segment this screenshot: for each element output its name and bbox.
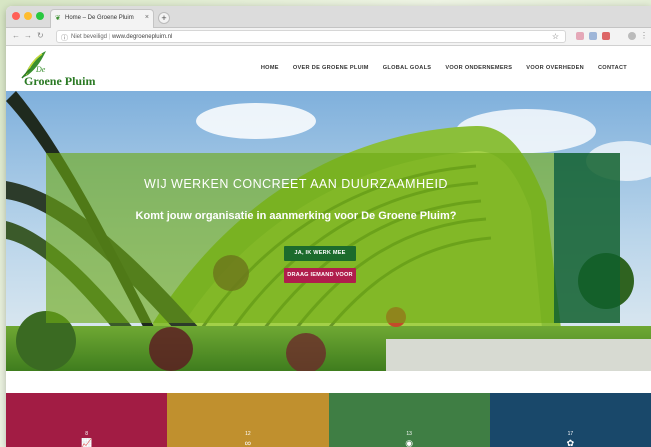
- profile-icon[interactable]: [628, 32, 636, 40]
- nav-item-over[interactable]: OVER DE GROENE PLUIM: [293, 65, 369, 71]
- infinity-icon: ∞: [244, 438, 252, 447]
- eye-globe-icon: ◉: [405, 438, 414, 447]
- logo-de-text: De: [36, 65, 46, 74]
- goal-number: 17: [567, 431, 574, 437]
- new-tab-button[interactable]: +: [158, 12, 170, 24]
- flower-icon: ✿: [566, 438, 575, 447]
- extension-icon[interactable]: [589, 32, 597, 40]
- info-icon[interactable]: ⓘ: [61, 33, 68, 43]
- extension-icon[interactable]: [602, 32, 610, 40]
- goal-tile-13[interactable]: 13 ◉: [328, 393, 490, 447]
- hero-section: WIJ WERKEN CONCREET AAN DUURZAAMHEID Kom…: [6, 91, 651, 371]
- extension-icon[interactable]: [576, 32, 584, 40]
- goal-tile-12[interactable]: 12 ∞: [167, 393, 329, 447]
- browser-window: ❦ Home – De Groene Pluim × + ← → ↻ ⓘ Nie…: [6, 6, 651, 447]
- nav-item-home[interactable]: HOME: [261, 65, 279, 71]
- close-window-button[interactable]: [12, 12, 20, 20]
- main-nav: HOME OVER DE GROENE PLUIM GLOBAL GOALS V…: [261, 65, 627, 71]
- join-button[interactable]: JA, IK WERK MEE: [284, 246, 356, 261]
- back-arrow-icon[interactable]: ←: [12, 31, 20, 40]
- global-goals-tiles: 8 📈 12 ∞ 13 ◉ 17 ✿: [6, 393, 651, 447]
- address-bar[interactable]: ⓘ Niet beveiligd | www.degroenepluim.nl …: [56, 30, 566, 43]
- site-logo[interactable]: De Groene Pluim: [20, 49, 100, 89]
- nav-item-overheden[interactable]: VOOR OVERHEDEN: [526, 65, 584, 71]
- browser-tab[interactable]: ❦ Home – De Groene Pluim ×: [50, 9, 154, 28]
- bookmark-star-icon[interactable]: ☆: [552, 32, 559, 41]
- nominate-button[interactable]: DRAAG IEMAND VOOR: [284, 268, 356, 283]
- nav-item-global-goals[interactable]: GLOBAL GOALS: [383, 65, 432, 71]
- logo-name-text: Groene Pluim: [24, 74, 96, 88]
- growth-chart-icon: 📈: [81, 438, 93, 447]
- zoom-window-button[interactable]: [36, 12, 44, 20]
- url-text: www.degroenepluim.nl: [111, 34, 173, 40]
- tab-bar: ❦ Home – De Groene Pluim × +: [6, 6, 651, 28]
- site-header: De Groene Pluim HOME OVER DE GROENE PLUI…: [6, 46, 651, 91]
- address-toolbar: ← → ↻ ⓘ Niet beveiligd | www.degroeneplu…: [6, 28, 651, 46]
- reload-icon[interactable]: ↻: [37, 31, 44, 40]
- hero-overlay-accent: [554, 153, 620, 323]
- goal-tile-17[interactable]: 17 ✿: [489, 393, 651, 447]
- goal-number: 8: [85, 431, 89, 437]
- hero-subtitle: Komt jouw organisatie in aanmerking voor…: [135, 210, 457, 222]
- security-label: Niet beveiligd: [71, 34, 108, 40]
- nav-item-contact[interactable]: CONTACT: [598, 65, 627, 71]
- tab-close-button[interactable]: ×: [145, 14, 149, 21]
- goal-number: 12: [245, 431, 251, 437]
- favicon-icon: ❦: [55, 15, 61, 22]
- menu-icon[interactable]: ⋮: [640, 31, 648, 40]
- goal-number: 13: [406, 431, 412, 437]
- forward-arrow-icon[interactable]: →: [24, 31, 32, 40]
- goal-tile-8[interactable]: 8 📈: [6, 393, 168, 447]
- nav-item-ondernemers[interactable]: VOOR ONDERNEMERS: [445, 65, 512, 71]
- hero-title: WIJ WERKEN CONCREET AAN DUURZAAMHEID: [144, 177, 448, 191]
- tab-title: Home – De Groene Pluim: [65, 15, 134, 21]
- minimize-window-button[interactable]: [24, 12, 32, 20]
